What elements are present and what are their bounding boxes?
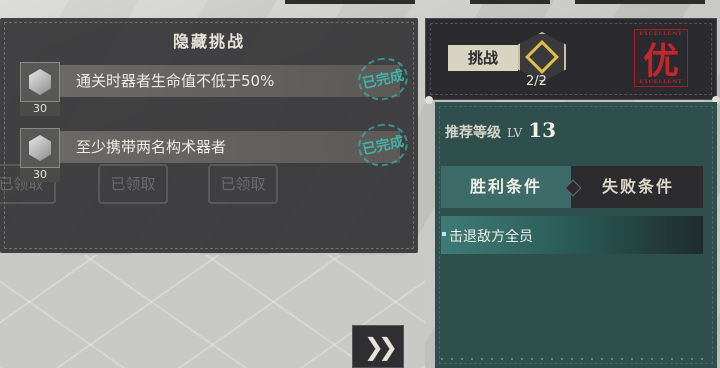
next-button[interactable]: ❯❯ [352,325,404,368]
claimed-button: 已领取 [208,164,278,204]
task-text: 通关时器者生命值不低于50% [76,72,275,90]
reward-crystal-icon[interactable] [20,62,60,102]
recommended-level-value: 13 [528,118,557,142]
mission-header: 挑战 2/2 EXCELLENT 优 EXCELLENT [425,18,717,100]
tab-victory[interactable]: 胜利条件 [441,166,571,208]
condition-text: 击退敌方全员 [449,229,533,245]
recommended-level-label: 推荐等级 [445,125,501,141]
tab-defeat[interactable]: 失败条件 [573,166,703,208]
condition-tabs: 胜利条件 失败条件 [441,166,703,208]
condition-row: 击退敌方全员 [441,216,703,254]
claimed-button: 已领取 [98,164,168,204]
task-text: 至少携带两名构术器者 [76,138,227,156]
bullet-icon [442,232,446,236]
top-bar [470,0,550,4]
lv-label: LV [507,126,523,140]
double-chevron-right-icon: ❯❯ [363,332,398,361]
top-bar [285,0,415,4]
reward-crystal-icon[interactable] [20,128,60,168]
grade-seal: EXCELLENT 优 EXCELLENT [634,29,688,87]
top-bar [575,0,705,4]
grade-caption: EXCELLENT [639,31,683,37]
reward-count: 30 [20,168,60,182]
corner-dot [425,96,433,104]
hidden-challenge-title: 隐藏挑战 [172,32,245,51]
mission-body: 推荐等级 LV 13 胜利条件 失败条件 击退敌方全员 [435,102,717,368]
reward-count: 30 [20,102,60,116]
recommended-level: 推荐等级 LV 13 [445,118,556,142]
challenge-task: 至少携带两名构术器者 30 已完成 [20,128,405,182]
challenge-label[interactable]: 挑战 [448,45,518,71]
hidden-challenge-panel: 隐藏挑战 已领取 已领取 已领取 通关时器者生命值不低于50% 30 已完成 至… [0,18,418,253]
grade-char: 优 [642,40,679,82]
challenge-progress: 2/2 [526,74,547,89]
dotted-divider [441,358,711,360]
mission-panel: 挑战 2/2 EXCELLENT 优 EXCELLENT 推荐等级 LV 13 胜利… [425,18,720,368]
challenge-task: 通关时器者生命值不低于50% 30 已完成 [20,62,405,116]
grade-caption: EXCELLENT [639,79,683,85]
